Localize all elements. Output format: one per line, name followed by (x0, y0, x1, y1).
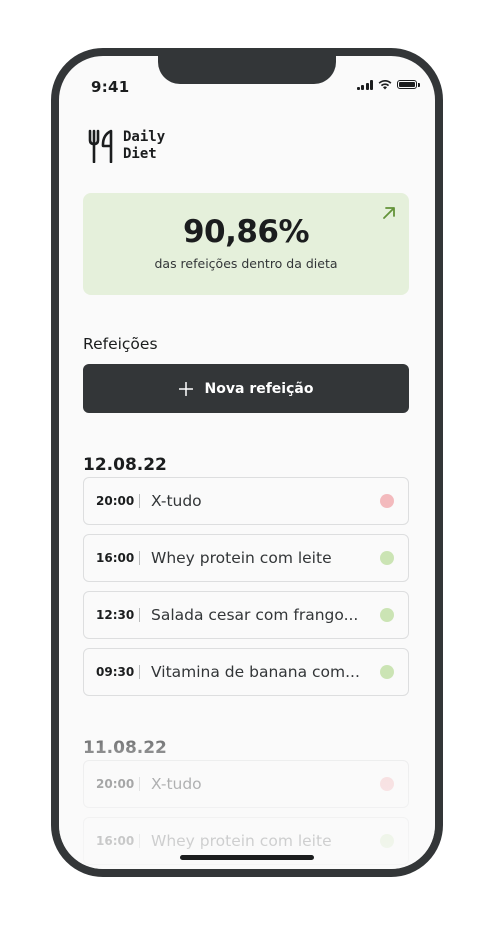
logo-line-1: Daily (123, 129, 166, 145)
meal-divider (139, 494, 140, 508)
off-diet-status-dot (380, 777, 394, 791)
status-time: 9:41 (91, 78, 130, 96)
meal-divider (139, 665, 140, 679)
meal-name: X-tudo (151, 492, 202, 510)
diet-percentage-description: das refeições dentro da dieta (154, 256, 338, 271)
in-diet-status-dot (380, 665, 394, 679)
meal-name: Whey protein com leite (151, 832, 332, 850)
app-logo: Daily Diet (87, 129, 165, 163)
battery-icon (397, 80, 420, 89)
meal-name: Salada cesar com frango... (151, 606, 359, 624)
logo-line-2: Diet (123, 146, 157, 162)
cellular-signal-icon (356, 79, 373, 90)
diet-percentage: 90,86% (182, 214, 310, 250)
phone-notch (158, 56, 336, 84)
home-indicator[interactable] (180, 855, 314, 860)
arrow-up-right-icon[interactable] (379, 203, 399, 223)
meal-time: 12:30 (96, 608, 135, 622)
meal-time: 20:00 (96, 777, 135, 791)
in-diet-status-dot (380, 551, 394, 565)
meal-time: 16:00 (96, 834, 135, 848)
meal-time: 16:00 (96, 551, 135, 565)
logo-wordmark: Daily Diet (123, 129, 165, 163)
meals-section-title: Refeições (83, 335, 158, 353)
meal-name: Vitamina de banana com... (151, 663, 360, 681)
meal-time: 09:30 (96, 665, 135, 679)
day-date: 11.08.22 (83, 738, 167, 758)
meal-item[interactable]: 12:30 Salada cesar com frango... (83, 591, 409, 639)
meal-time: 20:00 (96, 494, 135, 508)
meal-item[interactable]: 16:00 Whey protein com leite (83, 534, 409, 582)
off-diet-status-dot (380, 494, 394, 508)
fork-knife-icon (88, 129, 113, 163)
meal-divider (139, 608, 140, 622)
day-date: 12.08.22 (83, 455, 167, 475)
in-diet-status-dot (380, 608, 394, 622)
meal-divider (139, 777, 140, 791)
in-diet-status-dot (380, 834, 394, 848)
wifi-icon (378, 80, 392, 90)
diet-stats-card[interactable]: 90,86% das refeições dentro da dieta (83, 193, 409, 295)
meal-name: Whey protein com leite (151, 549, 332, 567)
phone-frame: 9:41 Daily Diet 90,86% das refeições den… (51, 48, 443, 877)
meal-name: X-tudo (151, 775, 202, 793)
meal-divider (139, 551, 140, 565)
meal-divider (139, 834, 140, 848)
plus-icon (178, 381, 193, 396)
new-meal-button-label: Nova refeição (204, 380, 314, 397)
meal-item[interactable]: 20:00 X-tudo (83, 477, 409, 525)
meal-item[interactable]: 20:00 X-tudo (83, 760, 409, 808)
status-icons (356, 79, 420, 90)
meal-item[interactable]: 09:30 Vitamina de banana com... (83, 648, 409, 696)
new-meal-button[interactable]: Nova refeição (83, 364, 409, 413)
